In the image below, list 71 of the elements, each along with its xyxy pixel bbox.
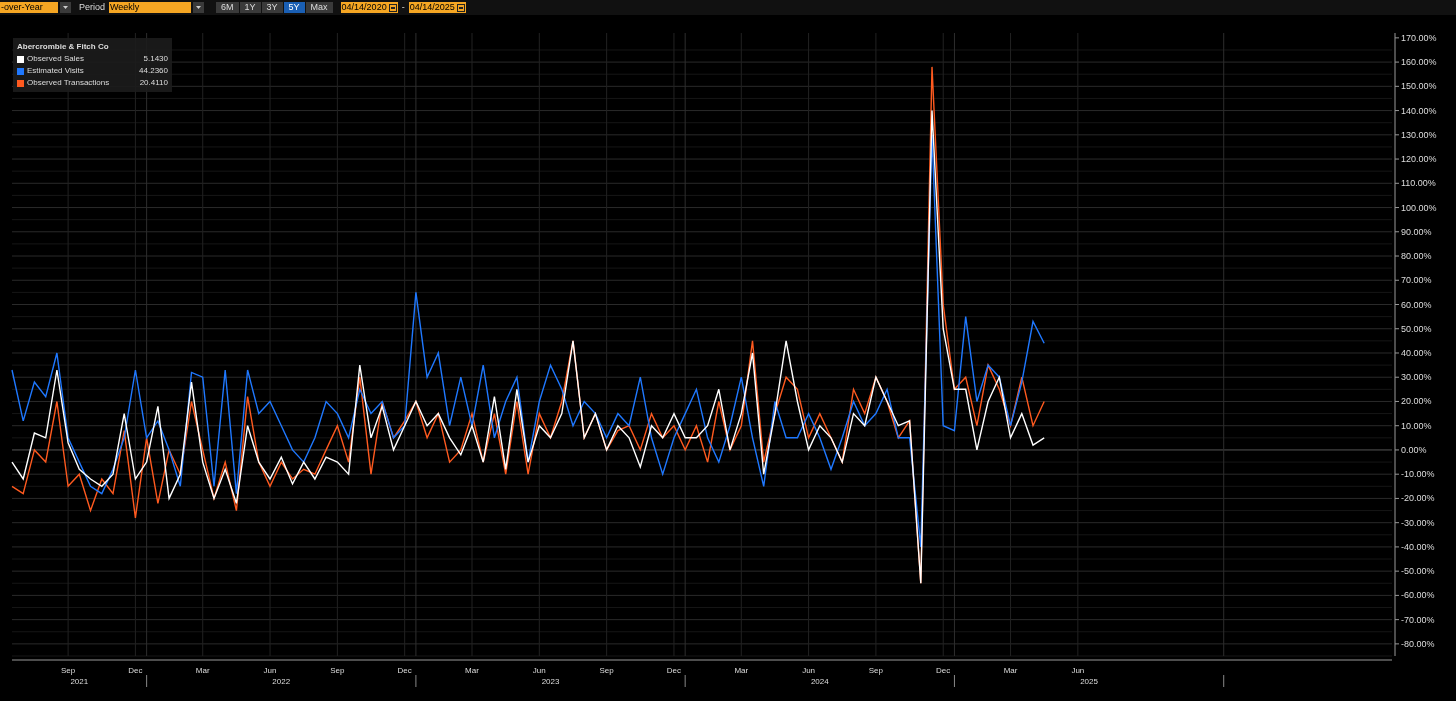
range-button[interactable]: 6M <box>216 2 239 13</box>
legend-series-name: Observed Transactions <box>27 77 111 89</box>
year-label: 2023 <box>541 677 560 686</box>
y-tick-label: 80.00% <box>1401 251 1432 261</box>
legend-value: 5.1430 <box>142 53 168 65</box>
x-tick-label: Jun <box>263 666 277 675</box>
dropdown-caret-button[interactable] <box>60 2 71 13</box>
y-tick-label: 0.00% <box>1401 444 1427 455</box>
range-button[interactable]: Max <box>305 2 333 13</box>
x-tick-label: Dec <box>666 666 682 675</box>
year-label: 2022 <box>272 677 291 686</box>
y-tick-label: 30.00% <box>1401 372 1432 383</box>
y-tick-label: 160.00% <box>1401 57 1437 68</box>
y-tick-label: -70.00% <box>1401 614 1435 625</box>
y-tick-label: 150.00% <box>1401 81 1437 92</box>
y-tick-label: 110.00% <box>1401 178 1436 189</box>
y-tick-label: -60.00% <box>1401 590 1435 601</box>
period-label: Period <box>79 3 105 12</box>
legend-series-name: Observed Sales <box>27 53 85 65</box>
legend-series-name: Estimated Visits <box>27 65 85 77</box>
y-tick-label: 130.00% <box>1401 129 1437 140</box>
y-tick-label: 60.00% <box>1401 299 1432 310</box>
period-dropdown[interactable]: Weekly <box>109 2 191 13</box>
y-tick-label: 70.00% <box>1401 275 1432 286</box>
x-tick-label: Mar <box>465 666 479 675</box>
legend-title: Abercrombie & Fitch Co <box>17 41 110 53</box>
y-tick-label: 170.00% <box>1401 32 1437 43</box>
x-tick-label: Dec <box>128 666 143 675</box>
dropdown-caret-button[interactable] <box>193 2 204 13</box>
range-button[interactable]: 5Y <box>283 2 305 13</box>
year-label: 2024 <box>810 677 829 686</box>
x-tick-label: Mar <box>1003 666 1018 675</box>
y-tick-label: 90.00% <box>1401 226 1432 237</box>
x-tick-label: Sep <box>61 666 76 675</box>
y-tick-label: 40.00% <box>1401 348 1432 358</box>
caret-icon <box>196 6 201 9</box>
x-tick-label: Dec <box>936 666 951 675</box>
x-tick-label: Dec <box>397 666 412 675</box>
y-tick-label: -80.00% <box>1401 638 1435 649</box>
y-tick-label: -50.00% <box>1401 566 1435 577</box>
view-dropdown[interactable]: -over-Year <box>0 2 58 13</box>
y-tick-label: 140.00% <box>1401 105 1437 116</box>
x-tick-label: Mar <box>734 666 749 675</box>
legend-value: 44.2360 <box>138 65 168 77</box>
calendar-icon[interactable] <box>456 3 465 12</box>
start-date-field[interactable]: 04/14/2020 <box>340 2 398 13</box>
calendar-icon[interactable] <box>388 3 397 12</box>
y-tick-label: 120.00% <box>1401 154 1437 165</box>
x-tick-label: Mar <box>195 666 210 675</box>
date-separator: - <box>401 3 405 12</box>
year-label: 2025 <box>1080 677 1098 686</box>
x-tick-label: Sep <box>599 666 614 675</box>
x-tick-label: Jun <box>802 666 816 675</box>
year-label: 2021 <box>70 677 89 686</box>
range-button[interactable]: 3Y <box>261 2 283 13</box>
y-tick-label: -20.00% <box>1401 493 1435 504</box>
caret-icon <box>63 6 68 9</box>
range-button[interactable]: 1Y <box>239 2 261 13</box>
end-date-field[interactable]: 04/14/2025 <box>408 2 466 13</box>
x-tick-label: Sep <box>330 666 345 675</box>
y-tick-label: -30.00% <box>1401 517 1435 528</box>
y-tick-label: 100.00% <box>1401 202 1437 213</box>
y-tick-label: 20.00% <box>1401 396 1432 407</box>
y-tick-label: -10.00% <box>1401 469 1435 480</box>
x-tick-label: Sep <box>868 666 883 675</box>
y-tick-label: 50.00% <box>1401 323 1432 334</box>
x-tick-label: Jun <box>1071 666 1085 675</box>
legend-value: 20.4110 <box>138 77 168 89</box>
y-tick-label: -40.00% <box>1401 541 1435 552</box>
y-tick-label: 10.00% <box>1401 420 1432 431</box>
x-tick-label: Jun <box>532 666 546 675</box>
